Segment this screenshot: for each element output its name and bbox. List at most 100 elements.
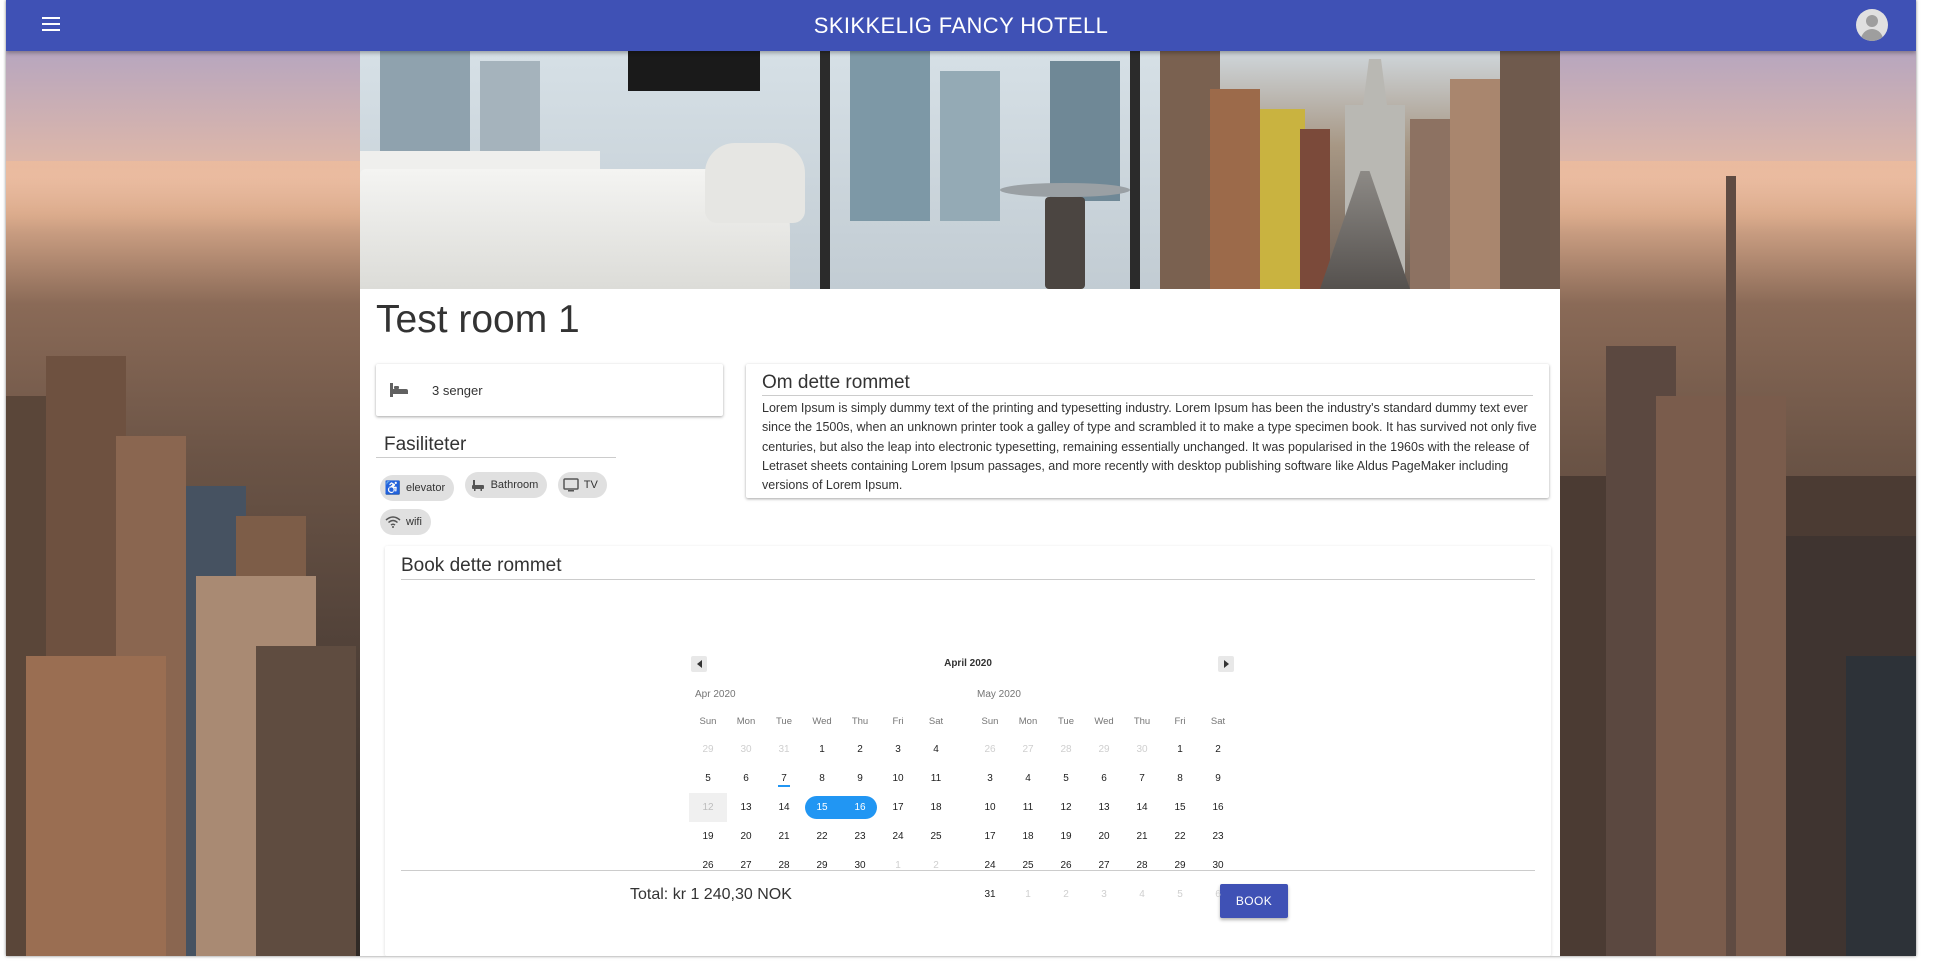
calendar-day[interactable]: 5 — [1047, 764, 1085, 793]
calendar-day[interactable]: 22 — [1161, 822, 1199, 851]
calendar-day[interactable]: 17 — [879, 793, 917, 822]
calendar-day[interactable]: 23 — [1199, 822, 1237, 851]
facility-chip-elevator[interactable]: ♿ elevator — [380, 475, 455, 501]
calendar-day[interactable]: 17 — [971, 822, 1009, 851]
calendar-day[interactable]: 7 — [1123, 764, 1161, 793]
calendar-day-number: 2 — [1063, 889, 1069, 900]
calendar-day[interactable]: 1 — [803, 735, 841, 764]
calendar-day-number: 16 — [854, 802, 866, 813]
book-button[interactable]: BOOK — [1220, 884, 1288, 918]
about-heading: Om dette rommet — [762, 372, 910, 393]
calendar-day[interactable]: 4 — [1009, 764, 1047, 793]
calendar-day[interactable]: 28 — [1123, 851, 1161, 880]
calendar-day[interactable]: 21 — [765, 822, 803, 851]
calendar-day[interactable]: 5 — [689, 764, 727, 793]
calendar-day[interactable]: 11 — [917, 764, 955, 793]
calendar-day[interactable]: 23 — [841, 822, 879, 851]
calendar-day[interactable]: 19 — [689, 822, 727, 851]
calendar-day[interactable]: 24 — [971, 851, 1009, 880]
calendar-day[interactable]: 19 — [1047, 822, 1085, 851]
calendar-day[interactable]: 21 — [1123, 822, 1161, 851]
calendar-day: 3 — [1085, 880, 1123, 909]
accessible-icon: ♿ — [384, 480, 402, 495]
weekday-label: Thu — [851, 715, 869, 727]
about-description: Lorem Ipsum is simply dummy text of the … — [762, 401, 1537, 493]
calendar-day-number: 28 — [1136, 860, 1148, 871]
calendar-day[interactable]: 12 — [1047, 793, 1085, 822]
calendar-day[interactable]: 20 — [1085, 822, 1123, 851]
calendar-day: 28 — [1047, 735, 1085, 764]
calendar-day[interactable]: 25 — [1009, 851, 1047, 880]
calendar-day-number: 7 — [1139, 773, 1145, 784]
calendar-day-number: 18 — [1022, 831, 1034, 842]
calendar-day-number: 24 — [892, 831, 904, 842]
calendar-day-number: 22 — [1174, 831, 1186, 842]
calendar-day[interactable]: 24 — [879, 822, 917, 851]
calendar-day[interactable]: 3 — [879, 735, 917, 764]
calendar-day[interactable]: 11 — [1009, 793, 1047, 822]
calendar-day[interactable]: 1 — [1161, 735, 1199, 764]
calendar-day[interactable]: 30 — [1199, 851, 1237, 880]
beds-label: 3 senger — [432, 382, 483, 398]
menu-icon[interactable] — [42, 17, 60, 31]
calendar-day-selected[interactable]: 15 — [803, 793, 841, 822]
calendar-day[interactable]: 9 — [1199, 764, 1237, 793]
facility-chip-tv[interactable]: TV — [557, 472, 607, 498]
calendar-day[interactable]: 27 — [727, 851, 765, 880]
calendar-day[interactable]: 10 — [879, 764, 917, 793]
facility-chip-bathroom[interactable]: Bathroom — [464, 472, 548, 498]
calendar-day[interactable]: 15 — [1161, 793, 1199, 822]
bathtub-icon — [470, 477, 486, 493]
calendar-day[interactable]: 18 — [1009, 822, 1047, 851]
calendar-day[interactable]: 14 — [1123, 793, 1161, 822]
weekday-label: Fri — [892, 715, 904, 727]
facility-chip-wifi[interactable]: wifi — [380, 509, 431, 535]
calendar-day[interactable]: 10 — [971, 793, 1009, 822]
calendar-day-number: 26 — [1060, 860, 1072, 871]
calendar-day[interactable]: 31 — [971, 880, 1009, 909]
calendar-day[interactable]: 3 — [971, 764, 1009, 793]
calendar-day-number: 2 — [857, 744, 863, 755]
calendar-day[interactable]: 28 — [765, 851, 803, 880]
calendar-day-number: 19 — [1060, 831, 1072, 842]
calendar-day[interactable]: 8 — [1161, 764, 1199, 793]
calendar-day[interactable]: 26 — [1047, 851, 1085, 880]
wifi-icon — [385, 514, 401, 530]
calendar-day[interactable]: 2 — [1199, 735, 1237, 764]
calendar-day[interactable]: 8 — [803, 764, 841, 793]
calendar-day[interactable]: 27 — [1085, 851, 1123, 880]
calendar-day[interactable]: 22 — [803, 822, 841, 851]
calendar-day-number: 1 — [1177, 744, 1183, 755]
calendar-day[interactable]: 6 — [727, 764, 765, 793]
calendar-next-month-button[interactable] — [1218, 656, 1234, 672]
calendar-day[interactable]: 13 — [1085, 793, 1123, 822]
calendar-day-number: 23 — [854, 831, 866, 842]
calendar-day-selected[interactable]: 16 — [841, 793, 879, 822]
calendar-day[interactable]: 16 — [1199, 793, 1237, 822]
calendar-day[interactable]: 14 — [765, 793, 803, 822]
calendar-day[interactable]: 9 — [841, 764, 879, 793]
calendar-day-number: 10 — [984, 802, 996, 813]
booking-heading: Book dette rommet — [401, 555, 562, 576]
calendar-day[interactable]: 20 — [727, 822, 765, 851]
calendar-day[interactable]: 13 — [727, 793, 765, 822]
calendar-day[interactable]: 2 — [841, 735, 879, 764]
calendar-day[interactable]: 7 — [765, 764, 803, 793]
calendar-day[interactable]: 29 — [1161, 851, 1199, 880]
calendar-day[interactable]: 4 — [917, 735, 955, 764]
calendar-day: 26 — [971, 735, 1009, 764]
booking-card: Book dette rommet April 2020 Apr 2020 Su… — [385, 546, 1551, 956]
bed-icon — [390, 383, 408, 397]
calendar-day[interactable]: 30 — [841, 851, 879, 880]
calendar-day[interactable]: 26 — [689, 851, 727, 880]
beds-card: 3 senger — [376, 364, 723, 416]
calendar-day[interactable]: 6 — [1085, 764, 1123, 793]
calendar-day-number: 11 — [1022, 802, 1034, 813]
weekday-label: Mon — [736, 715, 756, 727]
calendar-month-label: May 2020 — [977, 689, 1021, 700]
calendar-day[interactable]: 29 — [803, 851, 841, 880]
calendar-day-number: 1 — [819, 744, 825, 755]
calendar-day[interactable]: 25 — [917, 822, 955, 851]
calendar-day[interactable]: 18 — [917, 793, 955, 822]
account-avatar-icon[interactable] — [1856, 9, 1888, 41]
